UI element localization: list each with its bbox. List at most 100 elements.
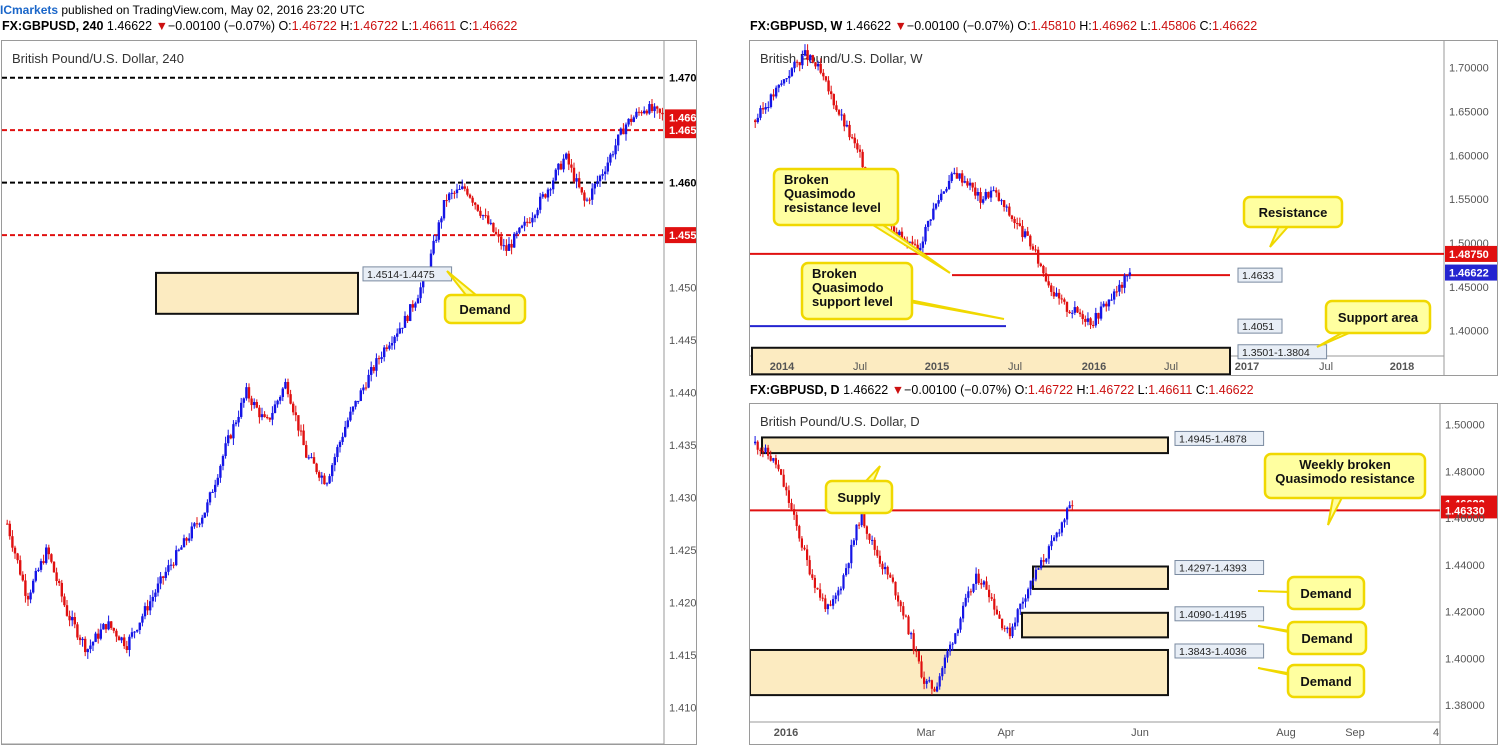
chart-240-svg[interactable]: British Pound/U.S. Dollar, 240 1.47000 1.4…: [2, 41, 696, 744]
last-price: 1.46622: [843, 383, 889, 397]
supply-demand-zone: [761, 436, 1169, 455]
candle-body: [354, 400, 357, 407]
candle-body: [453, 192, 456, 194]
candle-body: [941, 668, 944, 677]
candle-body: [1058, 532, 1061, 534]
candle-body: [943, 657, 946, 669]
candle-body: [619, 128, 622, 135]
candle-body: [60, 582, 63, 597]
candle-body: [468, 194, 472, 198]
candle-body: [795, 61, 799, 63]
candle-body: [263, 414, 266, 418]
candle-body: [52, 561, 56, 573]
chart-title: British Pound/U.S. Dollar, D: [760, 414, 920, 429]
candle-body: [1014, 622, 1017, 627]
candle-body: [1063, 519, 1066, 523]
candle-body: [1068, 505, 1071, 509]
candle-body: [832, 599, 835, 606]
candle-body: [977, 573, 980, 583]
candle-body: [767, 447, 770, 456]
candle-body: [362, 387, 365, 391]
price-tick-label: 1.48000: [1445, 466, 1485, 478]
candle-body: [175, 550, 178, 566]
candle-body: [250, 398, 253, 406]
candle-body: [934, 203, 938, 209]
candle-body: [323, 475, 326, 485]
candle-body: [891, 577, 894, 582]
candle-body: [761, 108, 765, 110]
candle-body: [767, 106, 770, 108]
candle-body: [754, 441, 757, 444]
candle-body: [1073, 307, 1077, 313]
candle-body: [847, 563, 850, 569]
candle-body: [481, 215, 485, 217]
chart-daily-svg[interactable]: British Pound/U.S. Dollar, D 1.50000 1.480…: [750, 404, 1497, 744]
candle-body: [949, 644, 952, 652]
candle-body: [798, 62, 801, 66]
candle-body: [811, 55, 815, 63]
candle-body: [637, 111, 641, 113]
candle-body: [242, 398, 245, 403]
candle-body: [115, 630, 118, 637]
candle-body: [110, 621, 113, 628]
candle-body: [125, 646, 128, 650]
candle-body: [774, 87, 778, 97]
candle-body: [1008, 206, 1011, 216]
price-tick-label: 1.60000: [1449, 150, 1489, 162]
candle-body: [795, 514, 798, 527]
change-value: −0.00100 (−0.07%): [167, 19, 275, 33]
candle-body: [71, 617, 74, 621]
candle-body: [377, 358, 381, 360]
candle-body: [937, 200, 940, 204]
candle-body: [107, 621, 110, 630]
candle-body: [448, 193, 451, 201]
candle-body: [1011, 626, 1014, 637]
candle-body: [1044, 273, 1048, 282]
candle-body: [143, 606, 147, 617]
candle-body: [650, 104, 654, 112]
callout-text: Demand: [459, 302, 510, 317]
candle-body: [995, 190, 998, 193]
candle-body: [798, 526, 801, 539]
candle-body: [331, 465, 334, 477]
candle-body: [881, 563, 884, 570]
candle-body: [1000, 200, 1003, 202]
chart-panel-240[interactable]: British Pound/U.S. Dollar, 240 1.47000 1.4…: [1, 40, 697, 745]
candle-body: [938, 676, 941, 687]
candle-body: [769, 455, 772, 461]
price-tick-label: 1.40000: [1445, 653, 1485, 665]
candle-body: [1018, 223, 1022, 226]
candle-body: [557, 163, 560, 170]
candle-body: [1042, 560, 1045, 562]
candle-body: [785, 78, 788, 80]
candle-body: [526, 221, 529, 223]
candle-body: [338, 441, 342, 448]
candle-body: [1024, 598, 1027, 602]
candle-body: [307, 457, 310, 459]
candle-body: [756, 117, 760, 123]
candle-body: [1003, 628, 1006, 630]
candle-body: [227, 435, 230, 444]
candle-body: [604, 171, 607, 175]
callout-text: Supply: [837, 490, 881, 505]
candle-body: [39, 561, 43, 570]
chart-weekly-svg[interactable]: British Pound/U.S. Dollar, W 1.70000 1.650…: [750, 41, 1497, 375]
chart-panel-weekly[interactable]: British Pound/U.S. Dollar, W 1.70000 1.650…: [749, 40, 1498, 376]
candle-body: [989, 190, 993, 198]
publisher-name[interactable]: ICmarkets: [0, 3, 58, 17]
candle-body: [562, 158, 565, 170]
candle-body: [146, 606, 149, 611]
candle-body: [1126, 275, 1129, 277]
candle-body: [643, 110, 646, 114]
candle-body: [627, 118, 630, 125]
chart-panel-daily[interactable]: British Pound/U.S. Dollar, D 1.50000 1.480…: [749, 403, 1498, 745]
candle-body: [1027, 589, 1030, 599]
candle-body: [790, 502, 793, 510]
candle-body: [333, 457, 336, 466]
candle-body: [328, 476, 331, 484]
candle-body: [214, 484, 217, 492]
candle-body: [942, 191, 946, 194]
candle-body: [19, 560, 22, 575]
candle-body: [839, 588, 842, 591]
candle-body: [305, 445, 308, 458]
